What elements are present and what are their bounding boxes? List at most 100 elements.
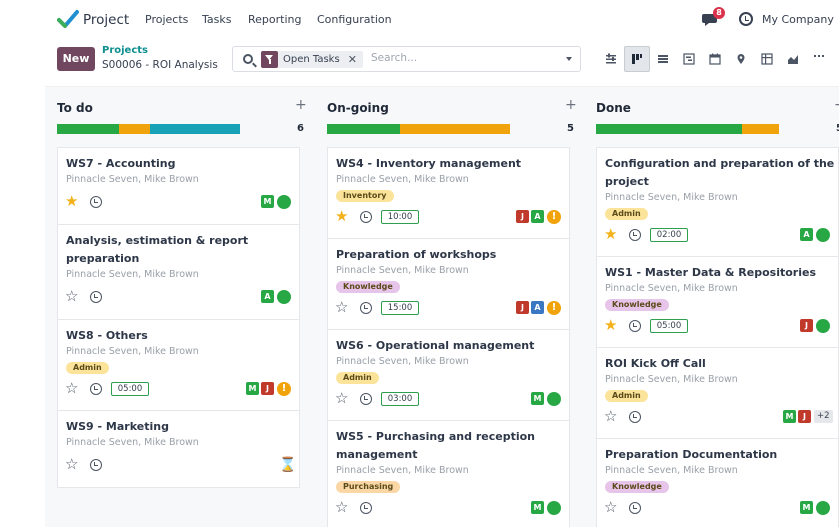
- star-outline-icon[interactable]: ☆: [335, 300, 348, 315]
- task-title[interactable]: WS1 - Master Data & Repositories: [605, 264, 816, 282]
- star-filled-icon[interactable]: ★: [65, 194, 78, 209]
- assignee-avatar[interactable]: J: [261, 382, 274, 395]
- allocated-time[interactable]: 05:00: [650, 319, 688, 333]
- assignee-avatar[interactable]: J: [800, 319, 813, 332]
- activity-clock-icon[interactable]: [360, 393, 372, 405]
- kanban-view-icon[interactable]: [624, 46, 650, 72]
- allocated-time[interactable]: 15:00: [381, 301, 419, 315]
- calendar-view-icon[interactable]: [702, 46, 728, 72]
- new-button[interactable]: New: [57, 47, 95, 71]
- column-progress-bar[interactable]: [57, 124, 240, 134]
- menu-configuration[interactable]: Configuration: [317, 13, 392, 26]
- search-options-toggle-icon[interactable]: [566, 57, 572, 61]
- task-title[interactable]: WS6 - Operational management: [336, 337, 534, 355]
- progress-segment[interactable]: [400, 124, 510, 134]
- activity-clock-icon[interactable]: [90, 291, 102, 303]
- assignee-avatar[interactable]: M: [531, 501, 544, 514]
- activity-clock-icon[interactable]: [90, 459, 102, 471]
- task-card[interactable]: Configuration and preparation of the proj…: [596, 147, 839, 257]
- activity-clock-icon[interactable]: [90, 383, 102, 395]
- task-title[interactable]: WS5 - Purchasing and reception: [336, 428, 535, 446]
- activity-clock-icon[interactable]: [360, 302, 372, 314]
- star-outline-icon[interactable]: ☆: [65, 381, 78, 396]
- activity-view-icon[interactable]: [598, 46, 624, 72]
- remove-facet-icon[interactable]: ✕: [348, 53, 357, 66]
- list-view-icon[interactable]: [650, 46, 676, 72]
- activity-clock-icon[interactable]: [629, 502, 641, 514]
- company-switcher[interactable]: My Company: [762, 13, 834, 26]
- menu-projects[interactable]: Projects: [145, 13, 188, 26]
- assignee-avatar[interactable]: A: [261, 290, 274, 303]
- more-view-icon[interactable]: [806, 46, 832, 72]
- breadcrumb-parent[interactable]: Projects: [102, 45, 148, 56]
- menu-tasks[interactable]: Tasks: [202, 13, 231, 26]
- task-title[interactable]: Preparation Documentation: [605, 446, 777, 464]
- menu-reporting[interactable]: Reporting: [248, 13, 301, 26]
- task-title[interactable]: WS4 - Inventory management: [336, 155, 521, 173]
- task-title[interactable]: WS9 - Marketing: [66, 418, 169, 436]
- pivot-view-icon[interactable]: [754, 46, 780, 72]
- progress-segment[interactable]: [596, 124, 743, 134]
- progress-segment[interactable]: [150, 124, 240, 134]
- search-bar[interactable]: Open Tasks ✕: [232, 46, 581, 72]
- status-dot-green[interactable]: [277, 195, 291, 209]
- task-card[interactable]: Preparation Documentation Pinnacle Seven,…: [596, 438, 839, 527]
- task-title[interactable]: project: [605, 173, 649, 191]
- task-card[interactable]: WS6 - Operational management Pinnacle Sev…: [327, 329, 570, 421]
- task-title[interactable]: preparation: [66, 250, 139, 268]
- task-card[interactable]: Preparation of workshops Pinnacle Seven, …: [327, 238, 570, 330]
- assignee-avatar[interactable]: M: [800, 501, 813, 514]
- activity-clock-icon[interactable]: [629, 411, 641, 423]
- status-dot-green[interactable]: [547, 501, 561, 515]
- task-card[interactable]: WS7 - Accounting Pinnacle Seven, Mike Bro…: [57, 147, 300, 225]
- progress-segment[interactable]: [742, 124, 779, 134]
- map-view-icon[interactable]: [728, 46, 754, 72]
- more-assignees-badge[interactable]: +2: [814, 410, 833, 423]
- star-filled-icon[interactable]: ★: [604, 318, 617, 333]
- allocated-time[interactable]: 02:00: [650, 228, 688, 242]
- status-dot-green[interactable]: [547, 392, 561, 406]
- column-progress-bar[interactable]: [327, 124, 510, 134]
- assignee-avatar[interactable]: A: [531, 210, 544, 223]
- task-card[interactable]: WS1 - Master Data & Repositories Pinnacle…: [596, 256, 839, 348]
- activity-clock-icon[interactable]: [360, 211, 372, 223]
- star-filled-icon[interactable]: ★: [604, 227, 617, 242]
- task-title[interactable]: WS7 - Accounting: [66, 155, 175, 173]
- allocated-time[interactable]: 10:00: [381, 210, 419, 224]
- star-outline-icon[interactable]: ☆: [335, 391, 348, 406]
- assignee-avatar[interactable]: A: [531, 301, 544, 314]
- warning-status-icon[interactable]: !: [547, 301, 561, 315]
- search-input[interactable]: [371, 52, 561, 64]
- column-title[interactable]: To do: [57, 101, 93, 115]
- task-card[interactable]: WS8 - Others Pinnacle Seven, Mike Brown Ad…: [57, 319, 300, 411]
- column-title[interactable]: Done: [596, 101, 631, 115]
- add-task-icon[interactable]: +: [565, 97, 577, 113]
- activity-clock-icon[interactable]: [360, 502, 372, 514]
- assignee-avatar[interactable]: J: [516, 210, 529, 223]
- task-title[interactable]: management: [336, 446, 418, 464]
- star-outline-icon[interactable]: ☆: [65, 457, 78, 472]
- task-title[interactable]: Configuration and preparation of the: [605, 155, 834, 173]
- assignee-avatar[interactable]: M: [261, 195, 274, 208]
- add-task-icon[interactable]: +: [834, 97, 839, 113]
- progress-segment[interactable]: [57, 124, 120, 134]
- assignee-avatar[interactable]: J: [516, 301, 529, 314]
- status-dot-green[interactable]: [816, 501, 830, 515]
- task-title[interactable]: Analysis, estimation & report: [66, 232, 248, 250]
- project-app-icon[interactable]: [57, 9, 79, 29]
- task-title[interactable]: ROI Kick Off Call: [605, 355, 706, 373]
- task-card[interactable]: WS9 - Marketing Pinnacle Seven, Mike Brow…: [57, 410, 300, 488]
- star-filled-icon[interactable]: ★: [335, 209, 348, 224]
- task-title[interactable]: WS8 - Others: [66, 327, 148, 345]
- status-dot-green[interactable]: [816, 228, 830, 242]
- task-card[interactable]: Analysis, estimation & report preparation…: [57, 224, 300, 320]
- task-card[interactable]: ROI Kick Off Call Pinnacle Seven, Mike Br…: [596, 347, 839, 439]
- allocated-time[interactable]: 05:00: [111, 382, 149, 396]
- activity-clock-icon[interactable]: [739, 12, 753, 26]
- progress-segment[interactable]: [119, 124, 151, 134]
- assignee-avatar[interactable]: M: [783, 410, 796, 423]
- progress-segment[interactable]: [327, 124, 401, 134]
- task-title[interactable]: Preparation of workshops: [336, 246, 496, 264]
- star-outline-icon[interactable]: ☆: [604, 409, 617, 424]
- task-card[interactable]: WS4 - Inventory management Pinnacle Seven…: [327, 147, 570, 239]
